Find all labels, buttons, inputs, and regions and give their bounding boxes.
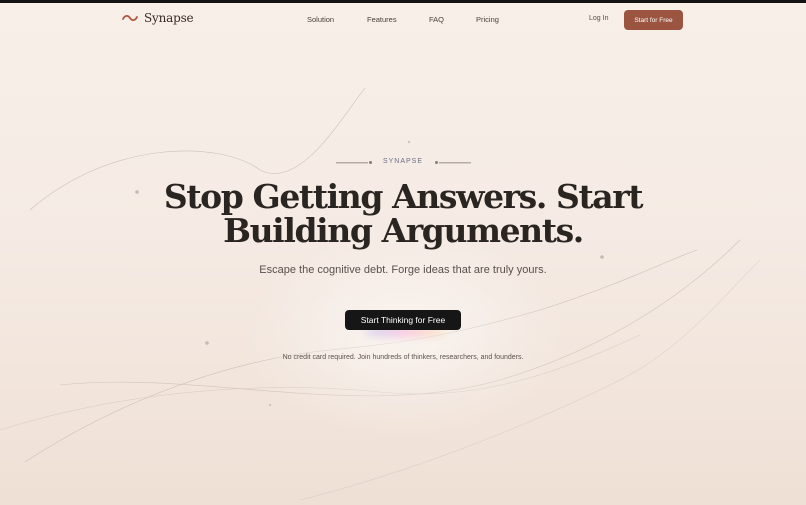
start-thinking-button[interactable]: Start Thinking for Free	[345, 310, 461, 330]
start-for-free-button[interactable]: Start for Free	[624, 10, 683, 30]
brand-logo[interactable]: Synapse	[122, 11, 194, 25]
squiggle-icon	[122, 14, 138, 22]
nav-link-solution[interactable]: Solution	[307, 15, 334, 24]
bg-dot	[407, 140, 411, 144]
bg-curve-4	[0, 334, 641, 431]
bg-dot	[268, 403, 272, 407]
bg-dot	[600, 255, 604, 259]
hero-headline: Stop Getting Answers. Start Building Arg…	[150, 180, 656, 248]
eyebrow-line-right	[439, 162, 471, 164]
nav-link-features[interactable]: Features	[367, 15, 397, 24]
brand-name: Synapse	[144, 11, 194, 25]
nav-link-faq[interactable]: FAQ	[429, 15, 444, 24]
bg-dot	[205, 341, 209, 345]
hero-footnote: No credit card required. Join hundreds o…	[282, 354, 524, 361]
top-navigation: Synapse Solution Features FAQ Pricing Lo…	[0, 0, 806, 40]
headline-line-1: Stop Getting Answers. Start	[163, 177, 644, 216]
hero-subheadline: Escape the cognitive debt. Forge ideas t…	[259, 264, 547, 276]
bg-dot	[135, 190, 139, 194]
login-link[interactable]: Log In	[589, 15, 608, 22]
headline-line-2: Building Arguments.	[223, 211, 584, 250]
nav-link-pricing[interactable]: Pricing	[476, 15, 499, 24]
eyebrow-label: SYNAPSE	[336, 157, 471, 169]
decorative-background-curves	[0, 87, 761, 501]
bg-curve-5	[299, 259, 761, 501]
eyebrow-dot-right	[435, 161, 438, 164]
